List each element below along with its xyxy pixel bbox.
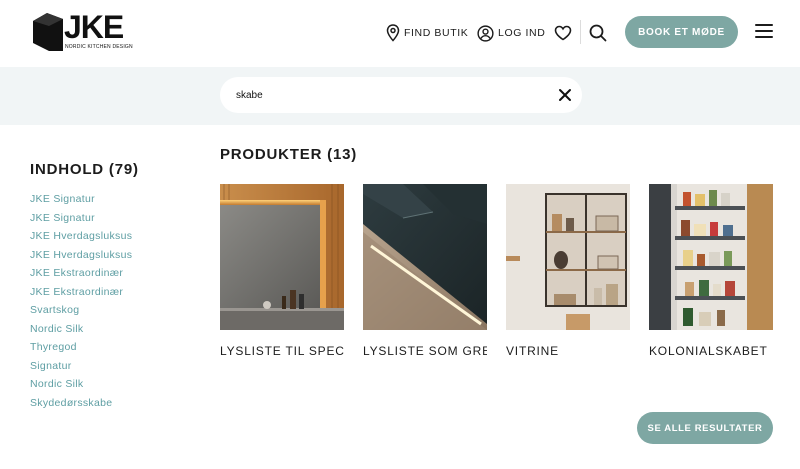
search-band: [0, 67, 800, 125]
user-circle-icon: [477, 24, 494, 42]
product-card[interactable]: LYSLISTE SOM GRE...: [363, 184, 487, 358]
product-image: [363, 184, 487, 330]
site-header: JKE NORDIC KITCHEN DESIGN FIND BUTIK LOG…: [0, 0, 800, 67]
search-box: [220, 77, 582, 113]
search-icon: [589, 24, 607, 42]
content-result-item[interactable]: Svartskog: [30, 304, 132, 323]
logo-mark-icon: [33, 13, 63, 51]
content-result-item[interactable]: Signatur: [30, 360, 132, 379]
product-card[interactable]: VITRINE: [506, 184, 630, 358]
product-name: VITRINE: [506, 344, 559, 358]
heart-icon: [554, 25, 572, 41]
favorites-button[interactable]: [552, 22, 574, 44]
hamburger-menu-icon: [755, 24, 773, 38]
content-result-item[interactable]: JKE Ekstraordinær: [30, 267, 132, 286]
content-result-item[interactable]: Nordic Silk: [30, 323, 132, 342]
logo-text: JKE: [64, 9, 124, 45]
product-name: LYSLISTE TIL SPECI...: [220, 344, 344, 358]
content-result-item[interactable]: Skydedørsskabe: [30, 397, 132, 416]
hamburger-menu-button[interactable]: [755, 24, 773, 40]
jke-logo[interactable]: JKE NORDIC KITCHEN DESIGN: [33, 9, 133, 53]
content-results-list: JKE Signatur JKE Signatur JKE Hverdagslu…: [30, 193, 132, 415]
header-divider: [580, 20, 581, 44]
login-label: LOG IND: [498, 27, 546, 39]
products-results-title: PRODUKTER (13): [220, 146, 358, 163]
product-image: [649, 184, 773, 330]
close-icon[interactable]: [558, 88, 572, 102]
product-name: LYSLISTE SOM GRE...: [363, 344, 487, 358]
product-name: KOLONIALSKABET: [649, 344, 768, 358]
product-card[interactable]: KOLONIALSKABET: [649, 184, 773, 358]
content-result-item[interactable]: Nordic Silk: [30, 378, 132, 397]
logo-tagline: NORDIC KITCHEN DESIGN: [65, 44, 133, 50]
content-result-item[interactable]: Thyregod: [30, 341, 132, 360]
see-all-results-button[interactable]: SE ALLE RESULTATER: [637, 412, 773, 444]
content-results-title: INDHOLD (79): [30, 161, 139, 178]
book-meeting-button[interactable]: BOOK ET MØDE: [625, 16, 738, 48]
login-link[interactable]: LOG IND: [477, 23, 545, 43]
product-card[interactable]: LYSLISTE TIL SPECI...: [220, 184, 344, 358]
search-button[interactable]: [587, 22, 609, 44]
content-result-item[interactable]: JKE Hverdagsluksus: [30, 230, 132, 249]
find-store-label: FIND BUTIK: [404, 27, 469, 39]
content-result-item[interactable]: JKE Hverdagsluksus: [30, 249, 132, 268]
search-input[interactable]: [236, 77, 546, 113]
content-result-item[interactable]: JKE Ekstraordinær: [30, 286, 132, 305]
content-result-item[interactable]: JKE Signatur: [30, 212, 132, 231]
location-pin-icon: [386, 24, 400, 42]
product-image: [506, 184, 630, 330]
product-image: [220, 184, 344, 330]
find-store-link[interactable]: FIND BUTIK: [386, 23, 468, 43]
content-result-item[interactable]: JKE Signatur: [30, 193, 132, 212]
